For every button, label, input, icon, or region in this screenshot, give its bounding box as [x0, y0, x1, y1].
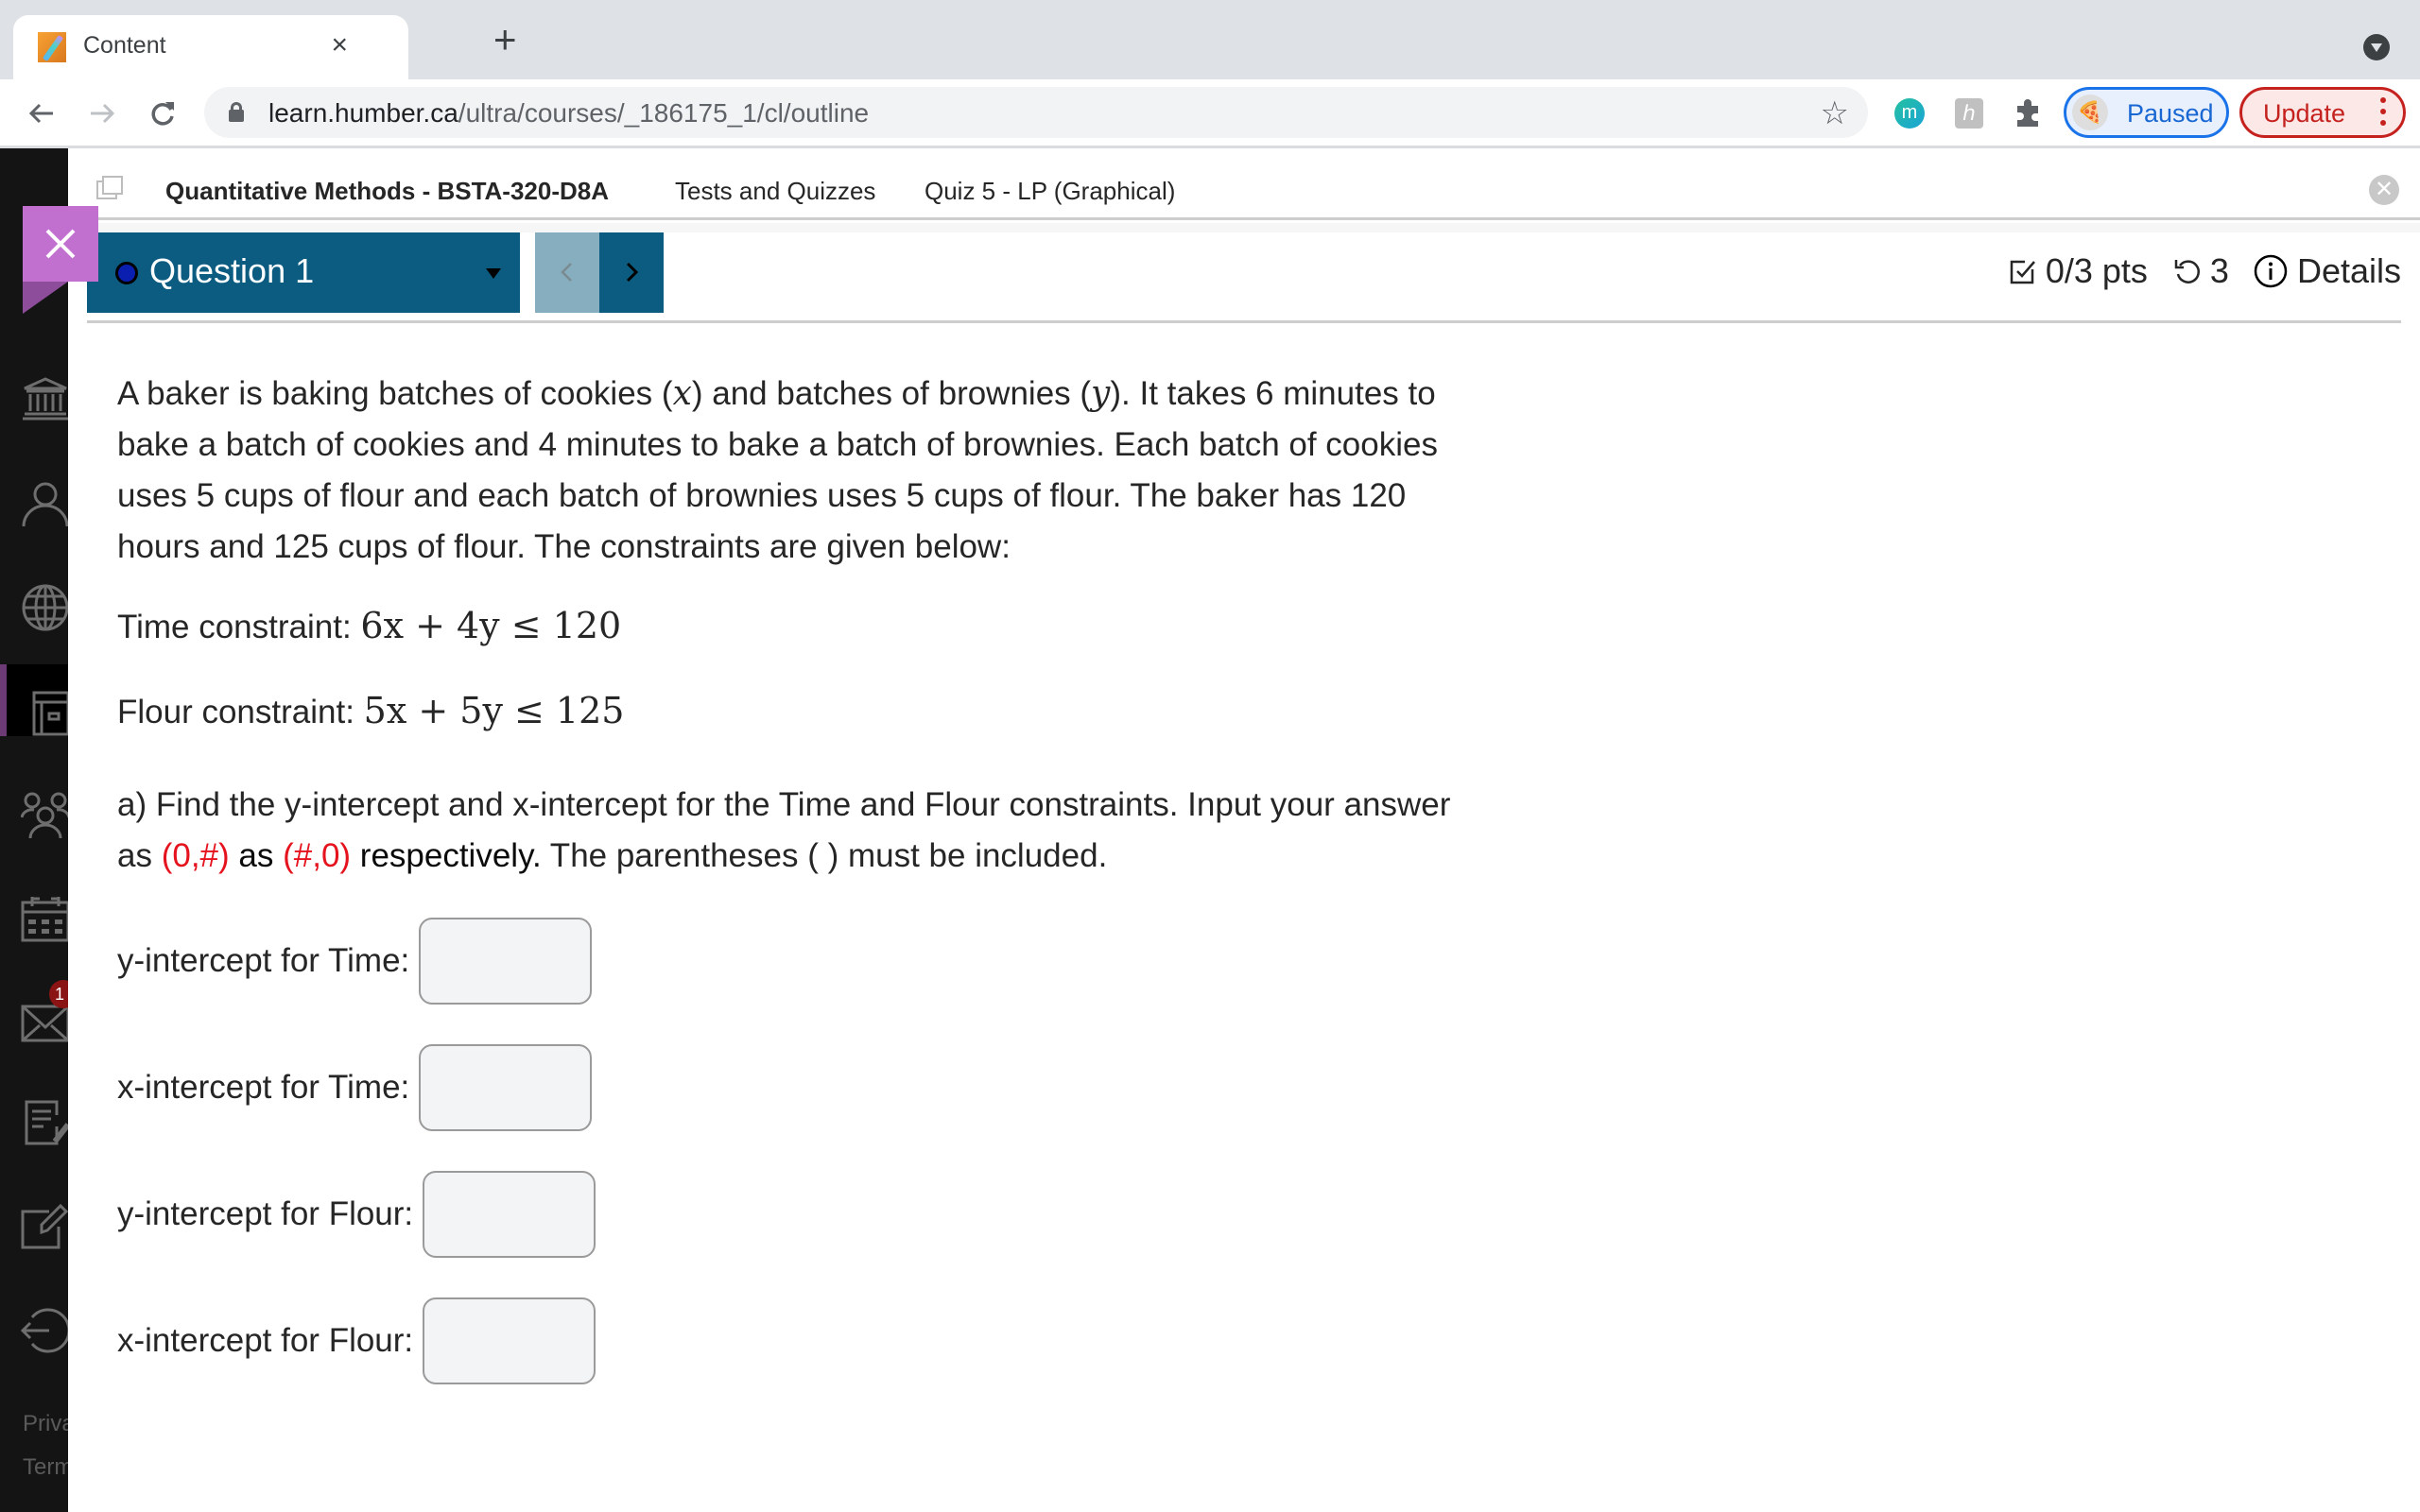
field-y-intercept-time: y-intercept for Time:	[117, 918, 593, 1005]
chevron-left-icon	[561, 263, 572, 282]
close-panel-icon[interactable]: ✕	[2369, 175, 2399, 205]
field-x-intercept-flour: x-intercept for Flour:	[117, 1297, 596, 1384]
x-intercept-flour-input[interactable]	[423, 1297, 596, 1384]
format-y-intercept: (0,#)	[161, 837, 230, 874]
more-vert-icon	[2380, 97, 2386, 129]
pencil-favicon-icon	[38, 32, 66, 62]
part-a-instructions: a) Find the y-intercept and x-intercept …	[117, 786, 1451, 874]
profile-button[interactable]: 🍕 Paused	[2064, 87, 2229, 138]
question-paragraph: A baker is baking batches of cookies (x)…	[117, 374, 1438, 565]
courses-icon[interactable]	[21, 687, 68, 736]
time-constraint-expression: 6x + 4y ≤ 120	[360, 605, 622, 646]
breadcrumb-course[interactable]: Quantitative Methods - BSTA-320-D8A	[165, 177, 609, 206]
chevron-right-icon	[626, 262, 639, 283]
time-constraint: Time constraint: 6x + 4y ≤ 120	[117, 605, 622, 646]
terms-link[interactable]: Terms	[23, 1454, 68, 1481]
grades-icon[interactable]	[21, 1098, 68, 1147]
next-question-button[interactable]	[599, 232, 664, 313]
question-meta: 0/3 pts 3 Details	[2008, 248, 2401, 295]
privacy-link[interactable]: Privacy	[23, 1411, 68, 1437]
update-button[interactable]: Update	[2239, 87, 2406, 138]
institution-icon[interactable]	[21, 375, 68, 424]
field-label: y-intercept for Time:	[117, 942, 410, 979]
sign-out-icon[interactable]	[21, 1306, 68, 1355]
extension-honey-icon[interactable]: ℎ	[1955, 98, 1983, 129]
arrow-left-icon	[28, 103, 53, 124]
lock-icon	[229, 102, 244, 122]
field-label: x-intercept for Time:	[117, 1069, 410, 1106]
reload-button[interactable]	[140, 91, 185, 136]
field-label: y-intercept for Flour:	[117, 1195, 414, 1232]
reload-icon	[151, 102, 174, 126]
tab-search-icon[interactable]	[2363, 34, 2390, 60]
header-strip	[68, 223, 2420, 232]
question-select-label: Question 1	[149, 251, 315, 290]
pizza-avatar-icon: 🍕	[2072, 94, 2108, 130]
breadcrumb-page: Quiz 5 - LP (Graphical)	[925, 177, 1176, 205]
calendar-icon[interactable]	[21, 895, 68, 944]
tools-edit-icon[interactable]	[21, 1202, 68, 1251]
attempts-undo-icon	[2174, 260, 2200, 284]
address-bar[interactable]: learn.humber.ca/ultra/courses/_186175_1/…	[204, 87, 1868, 138]
variable-x: x	[672, 374, 692, 413]
format-x-intercept: (#,0)	[283, 837, 352, 874]
breadcrumb-section[interactable]: Tests and Quizzes	[675, 177, 875, 206]
bookmark-star-icon[interactable]: ☆	[1821, 94, 1849, 132]
left-nav: 1 Privacy Terms	[0, 148, 68, 1512]
profile-icon[interactable]	[21, 479, 68, 528]
question-divider	[87, 320, 2401, 323]
close-flag-button[interactable]	[23, 206, 98, 282]
attempts-value: 3	[2209, 251, 2229, 290]
checkbox-icon	[2010, 260, 2035, 284]
new-tab-button[interactable]: +	[493, 20, 517, 60]
points-value: 0/3 pts	[2045, 251, 2148, 290]
field-label: x-intercept for Flour:	[117, 1322, 414, 1359]
arrow-right-icon	[91, 103, 115, 124]
field-x-intercept-time: x-intercept for Time:	[117, 1044, 593, 1131]
flour-constraint: Flour constraint: 5x + 5y ≤ 125	[117, 690, 625, 731]
forward-button[interactable]	[79, 91, 125, 136]
info-icon	[2254, 254, 2288, 288]
details-label: Details	[2296, 251, 2401, 290]
details-button[interactable]: Details	[2254, 251, 2401, 291]
globe-icon[interactable]	[21, 583, 68, 632]
question-status-dot	[115, 262, 138, 284]
close-flag-fold	[23, 282, 68, 314]
organizations-icon[interactable]	[21, 791, 68, 840]
y-intercept-flour-input[interactable]	[423, 1171, 596, 1258]
caret-down-icon	[486, 268, 501, 279]
extensions-puzzle-icon[interactable]	[2014, 96, 2044, 129]
url-text: learn.humber.ca/ultra/courses/_186175_1/…	[268, 98, 870, 128]
browser-tabstrip: Content × +	[0, 0, 2420, 79]
back-button[interactable]	[19, 91, 64, 136]
tab-close-icon[interactable]: ×	[331, 26, 348, 64]
question-select[interactable]: Question 1	[87, 232, 520, 313]
update-label: Update	[2263, 99, 2346, 128]
x-intercept-time-input[interactable]	[419, 1044, 593, 1131]
breadcrumb: Quantitative Methods - BSTA-320-D8A Test…	[68, 148, 2420, 220]
previous-question-button[interactable]	[535, 232, 599, 313]
browser-tab[interactable]: Content ×	[13, 15, 408, 79]
extension-m-icon[interactable]: m	[1894, 98, 1925, 129]
flour-constraint-expression: 5x + 5y ≤ 125	[363, 690, 625, 731]
field-y-intercept-flour: y-intercept for Flour:	[117, 1171, 596, 1258]
profile-status: Paused	[2127, 99, 2214, 128]
browser-toolbar: learn.humber.ca/ultra/courses/_186175_1/…	[0, 79, 2420, 148]
question-text: A baker is baking batches of cookies (x)…	[117, 369, 1460, 573]
y-intercept-time-input[interactable]	[419, 918, 593, 1005]
tab-title: Content	[83, 32, 166, 59]
variable-y: y	[1091, 374, 1111, 413]
close-icon	[45, 229, 76, 259]
window-stack-icon	[96, 176, 123, 199]
